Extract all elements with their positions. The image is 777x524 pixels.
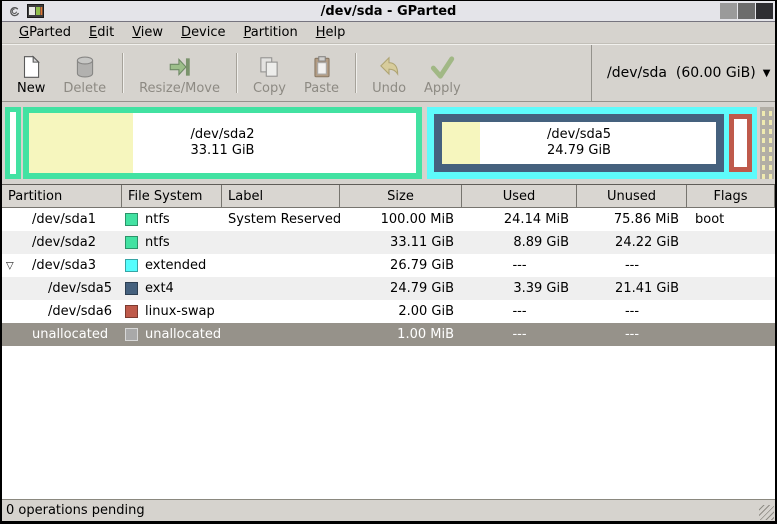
table-header: Partition File System Label Size Used Un… <box>2 185 775 208</box>
partition-table: Partition File System Label Size Used Un… <box>2 184 775 499</box>
expander-icon[interactable]: ▽ <box>6 260 14 271</box>
table-row[interactable]: /dev/sda2 ntfs 33.11 GiB 8.89 GiB 24.22 … <box>2 231 775 254</box>
delete-button[interactable]: Delete <box>54 47 115 99</box>
resize-grip[interactable] <box>759 505 774 520</box>
toolbar-separator <box>122 53 124 93</box>
menu-partition[interactable]: Partition <box>235 23 307 42</box>
minimize-button[interactable] <box>720 3 737 19</box>
menu-gparted[interactable]: GParted <box>10 23 80 42</box>
device-selector[interactable]: /dev/sda (60.00 GiB) ▼ <box>591 45 775 101</box>
filesystem-color-swatch <box>125 236 138 249</box>
paste-icon <box>313 56 330 78</box>
filesystem-color-swatch <box>125 328 138 341</box>
pending-operations-text: 0 operations pending <box>6 503 145 518</box>
titlebar[interactable]: /dev/sda - GParted <box>2 1 775 22</box>
debian-swirl-icon <box>10 6 20 16</box>
column-header-partition[interactable]: Partition <box>2 185 122 208</box>
toolbar: New Delete Resize/Move Copy Paste Undo A… <box>2 44 775 102</box>
filesystem-color-swatch <box>125 305 138 318</box>
table-row[interactable]: ▽/dev/sda3 extended 26.79 GiB --- --- <box>2 254 775 277</box>
statusbar: 0 operations pending <box>2 499 775 521</box>
visual-segment-sda2[interactable]: /dev/sda2 33.11 GiB <box>23 107 422 179</box>
table-row[interactable]: /dev/sda5 ext4 24.79 GiB 3.39 GiB 21.41 … <box>2 277 775 300</box>
titlebar-icons <box>7 4 44 19</box>
toolbar-separator <box>355 53 357 93</box>
dropdown-arrow-icon[interactable]: ▼ <box>756 68 775 79</box>
column-header-flags[interactable]: Flags <box>687 185 775 208</box>
menu-view[interactable]: View <box>123 23 172 42</box>
resize-move-button[interactable]: Resize/Move <box>130 47 229 99</box>
window-controls <box>720 3 773 19</box>
disk-visual-bar: /dev/sda2 33.11 GiB /dev/sda5 24.79 GiB <box>2 102 775 184</box>
apply-icon <box>431 56 455 79</box>
column-header-size[interactable]: Size <box>340 185 462 208</box>
paste-button[interactable]: Paste <box>295 47 348 99</box>
segment-label: /dev/sda2 33.11 GiB <box>190 127 255 158</box>
column-header-label[interactable]: Label <box>222 185 340 208</box>
column-header-filesystem[interactable]: File System <box>122 185 222 208</box>
undo-button[interactable]: Undo <box>363 47 415 99</box>
visual-segment-unallocated-selected[interactable] <box>760 107 774 179</box>
window-title: /dev/sda - GParted <box>320 3 457 19</box>
copy-icon <box>260 57 279 77</box>
filesystem-color-swatch <box>125 259 138 272</box>
table-row-selected[interactable]: unallocated unallocated 1.00 MiB --- --- <box>2 323 775 346</box>
table-row[interactable]: /dev/sda6 linux-swap 2.00 GiB --- --- <box>2 300 775 323</box>
device-selector-value: /dev/sda (60.00 GiB) <box>607 65 756 81</box>
new-button[interactable]: New <box>8 47 54 99</box>
delete-partition-icon <box>76 56 93 78</box>
undo-icon <box>380 56 399 76</box>
filesystem-color-swatch <box>125 213 138 226</box>
column-header-used[interactable]: Used <box>462 185 577 208</box>
table-row[interactable]: /dev/sda1 ntfs System Reserved 100.00 Mi… <box>2 208 775 231</box>
resize-move-icon <box>169 58 190 76</box>
new-partition-icon <box>24 55 41 78</box>
apply-button[interactable]: Apply <box>415 47 470 99</box>
column-header-unused[interactable]: Unused <box>577 185 687 208</box>
menubar: GParted Edit View Device Partition Help <box>2 22 775 44</box>
gparted-window: /dev/sda - GParted GParted Edit View Dev… <box>0 0 777 524</box>
visual-segment-sda6[interactable] <box>729 114 752 172</box>
maximize-button[interactable] <box>738 3 755 19</box>
toolbar-separator <box>235 53 237 93</box>
gparted-app-icon <box>27 4 44 18</box>
menu-edit[interactable]: Edit <box>80 23 123 42</box>
filesystem-color-swatch <box>125 282 138 295</box>
visual-segment-sda5[interactable]: /dev/sda5 24.79 GiB <box>434 114 724 172</box>
segment-label: /dev/sda5 24.79 GiB <box>547 127 611 158</box>
visual-segment-sda1[interactable] <box>5 107 21 179</box>
menu-help[interactable]: Help <box>307 23 355 42</box>
close-button[interactable] <box>756 3 773 19</box>
copy-button[interactable]: Copy <box>244 47 295 99</box>
menu-device[interactable]: Device <box>172 23 234 42</box>
visual-segment-extended[interactable]: /dev/sda5 24.79 GiB <box>427 107 757 179</box>
